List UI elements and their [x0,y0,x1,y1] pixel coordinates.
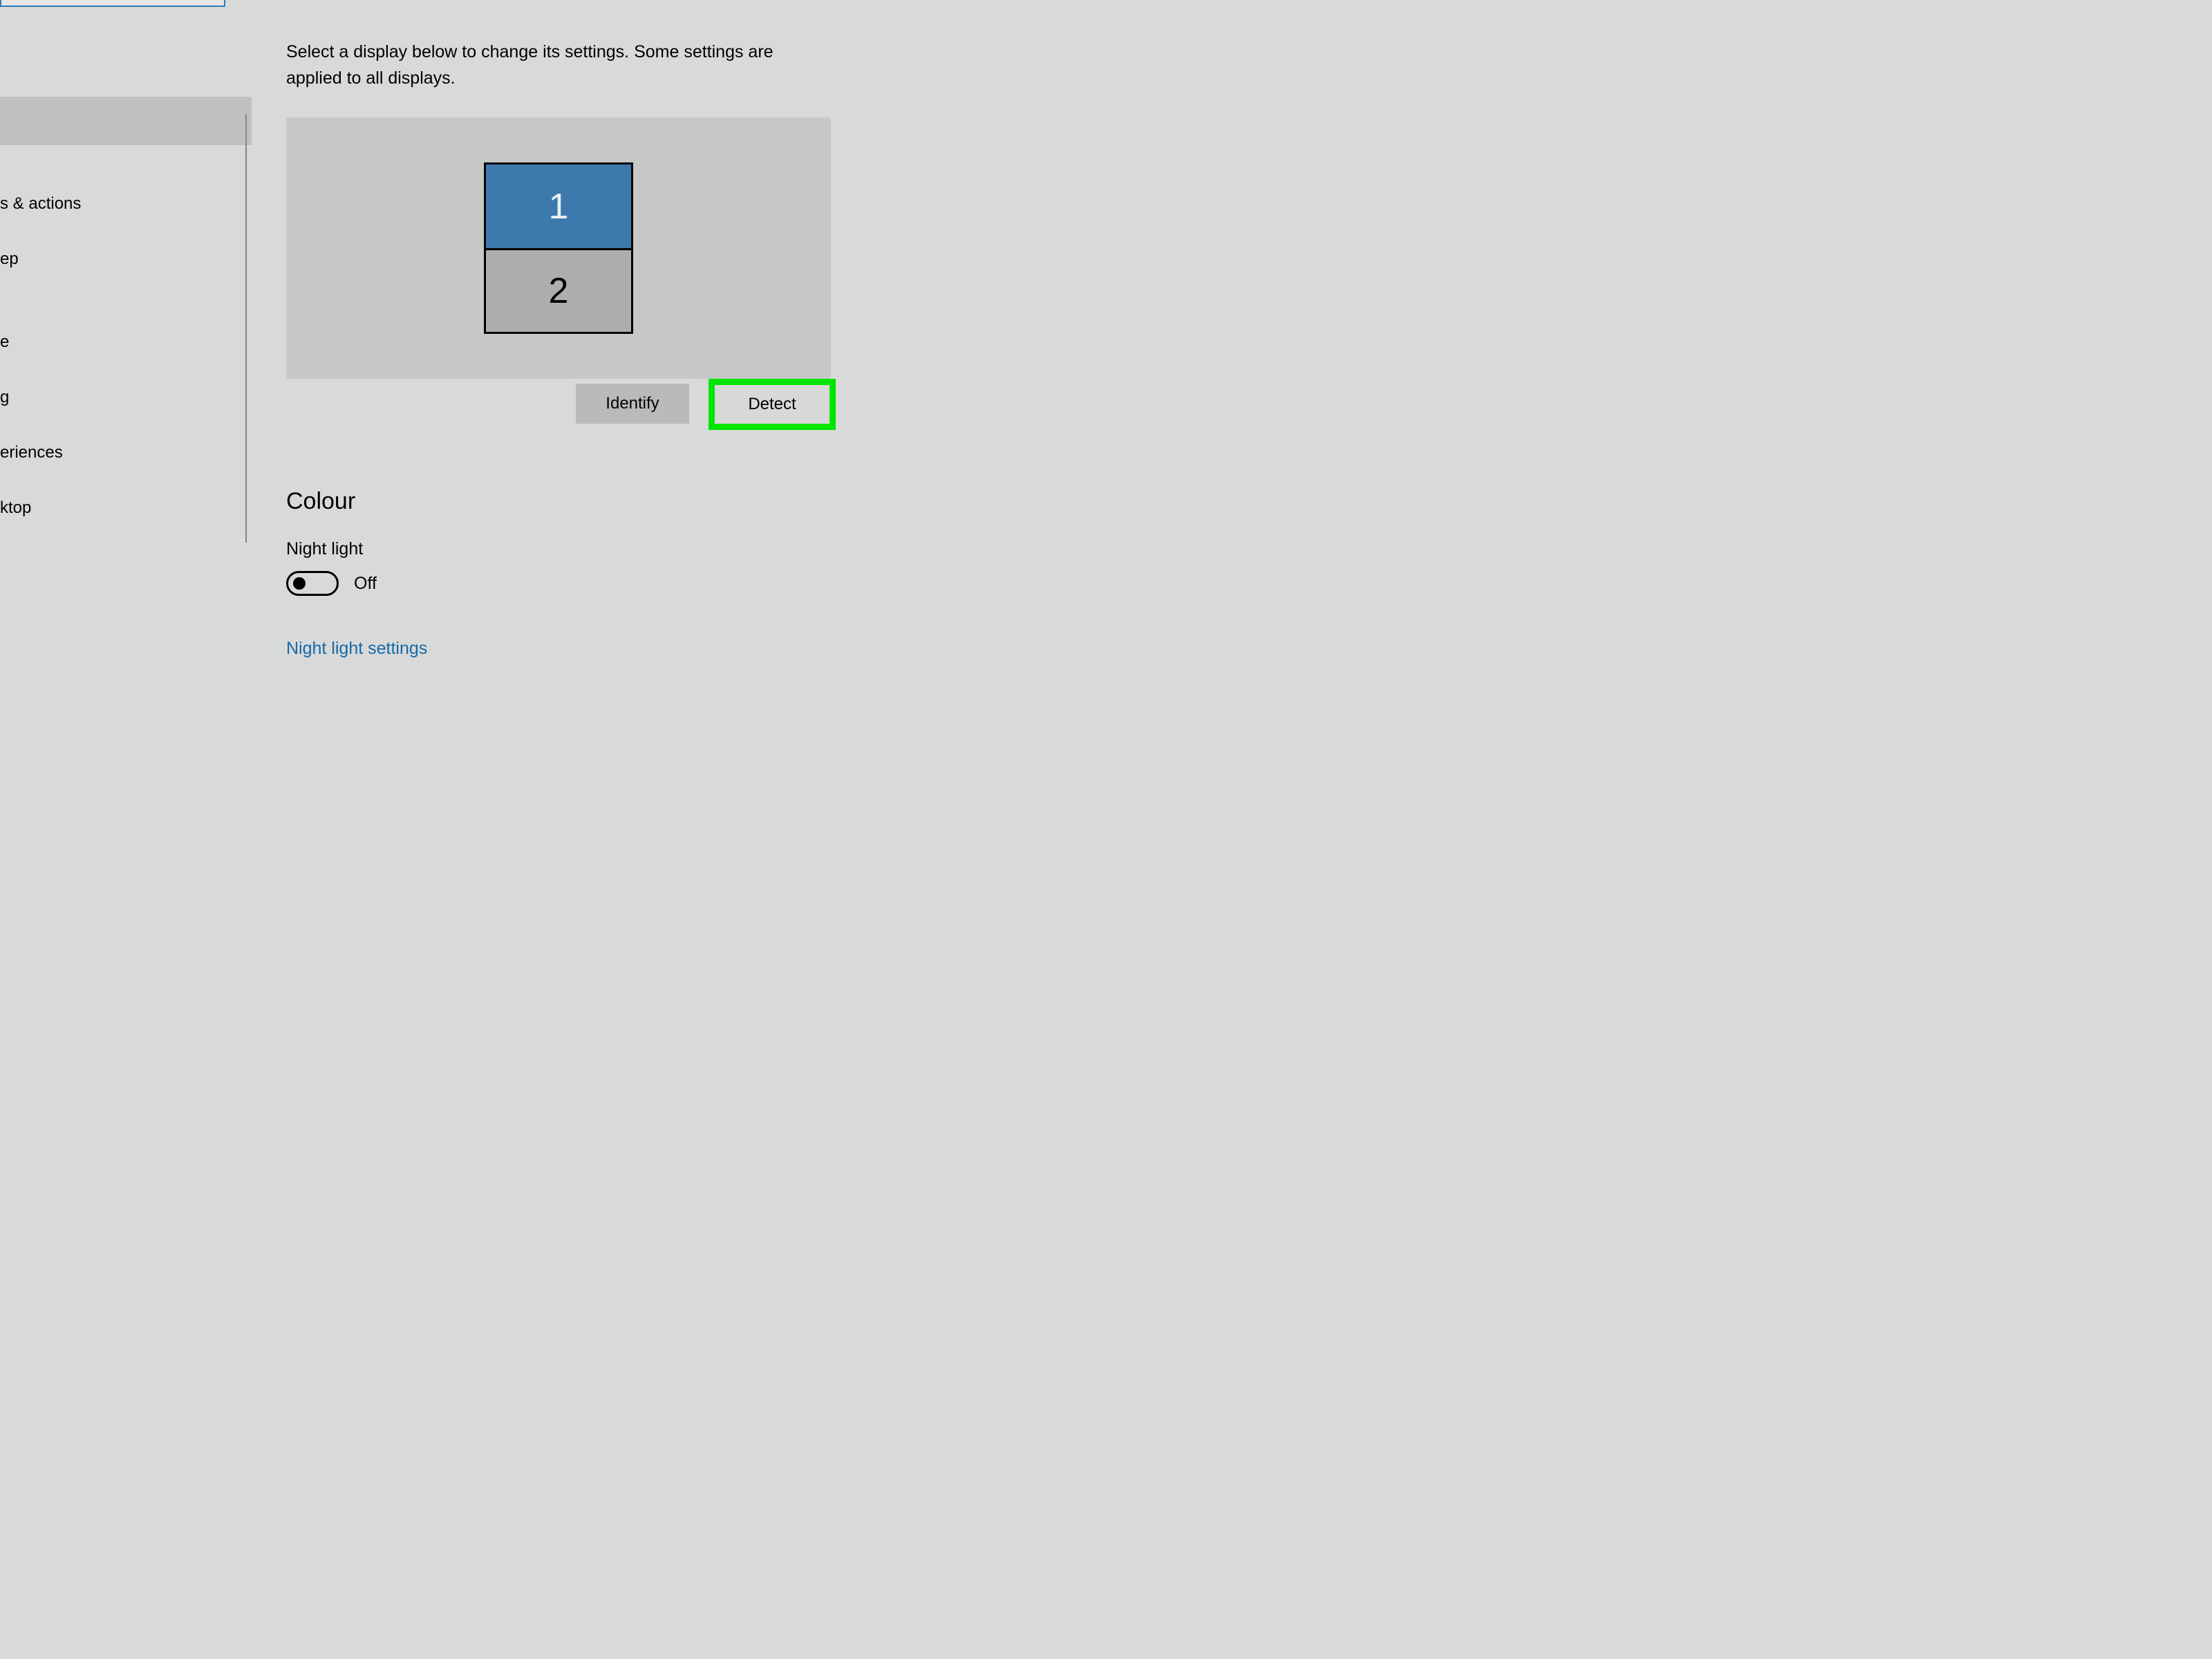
sidebar-scrollbar[interactable] [245,114,247,543]
display-monitor-2[interactable]: 2 [484,248,633,334]
detect-button[interactable]: Detect [715,385,830,424]
display-buttons-row: Identify Detect [286,384,836,430]
night-light-state: Off [354,574,377,594]
toggle-knob-icon [293,577,306,590]
sidebar-item-selected[interactable] [0,97,252,145]
night-light-toggle[interactable] [286,571,339,596]
sidebar-item-notifications-actions[interactable]: s & actions [0,176,207,232]
sidebar-item-remote-desktop[interactable]: ktop [0,480,207,536]
night-light-label: Night light [286,539,363,559]
display-settings-description: Select a display below to change its set… [286,39,798,91]
colour-section-heading: Colour [286,488,355,515]
night-light-toggle-row: Off [286,571,377,596]
sidebar-item-shared-experiences[interactable]: eriences [0,425,207,480]
sidebar-item-power-sleep[interactable]: ep [0,232,207,287]
search-box-partial[interactable] [0,0,225,7]
night-light-settings-link[interactable]: Night light settings [286,639,427,659]
detect-button-highlight: Detect [709,379,836,430]
sidebar-item-multitasking[interactable]: g [0,370,207,425]
sidebar-item-storage[interactable]: e [0,315,207,370]
display-monitor-1[interactable]: 1 [484,162,633,248]
identify-button[interactable]: Identify [576,384,689,424]
display-arrangement-area[interactable]: 1 2 [286,118,831,379]
